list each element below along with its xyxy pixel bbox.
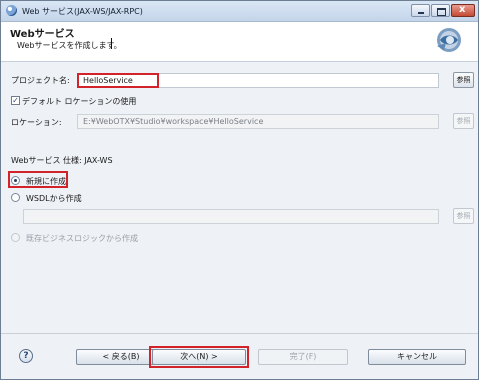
cancel-button[interactable]: キャンセル (368, 349, 466, 365)
webservice-banner-icon (437, 28, 461, 52)
maximize-button[interactable] (431, 4, 450, 17)
help-icon[interactable]: ? (19, 349, 33, 363)
window-app-icon (6, 5, 17, 16)
project-label: プロジェクト名: (11, 76, 70, 85)
close-button[interactable]: x (451, 4, 475, 17)
default-location-checkbox[interactable]: ✓ (11, 96, 20, 105)
project-browse-button[interactable]: 参照 (453, 72, 474, 88)
minimize-button[interactable] (411, 4, 430, 17)
webservice-spec-label: Webサービス 仕様: JAX-WS (11, 156, 113, 165)
wizard-content: プロジェクト名: HelloService 参照 ✓ デフォルト ロケーションの… (1, 62, 478, 334)
default-location-label: デフォルト ロケーションの使用 (22, 97, 137, 106)
from-wsdl-label: WSDLから作成 (26, 194, 82, 203)
next-button-highlight (149, 346, 249, 368)
window-title: Web サービス(JAX-WS/JAX-RPC) (22, 7, 143, 16)
create-new-highlight (8, 171, 68, 188)
existing-logic-radio[interactable] (11, 233, 20, 242)
location-input[interactable]: E:¥WebOTX¥Studio¥workspace¥HelloService (77, 114, 439, 129)
location-label: ロケーション: (11, 118, 62, 127)
title-bar[interactable]: Web サービス(JAX-WS/JAX-RPC) x (1, 1, 478, 22)
existing-logic-label: 既存ビジネスロジックから作成 (26, 234, 138, 243)
location-browse-button[interactable]: 参照 (453, 113, 474, 129)
wsdl-browse-button[interactable]: 参照 (453, 208, 474, 224)
from-wsdl-radio[interactable] (11, 193, 20, 202)
maximize-icon (437, 8, 446, 16)
page-title: Webサービス (10, 29, 75, 40)
project-name-highlight (77, 73, 159, 88)
finish-button[interactable]: 完了(F) (258, 349, 348, 365)
close-icon: x (459, 4, 466, 15)
dialog-window: Web サービス(JAX-WS/JAX-RPC) x Webサービス Webサー… (0, 0, 479, 380)
page-description: Webサービスを作成します。 (17, 41, 122, 50)
minimize-icon (418, 12, 424, 14)
text-caret (111, 38, 112, 49)
wsdl-input[interactable] (23, 209, 439, 224)
wizard-header: Webサービス Webサービスを作成します。 (1, 22, 478, 62)
